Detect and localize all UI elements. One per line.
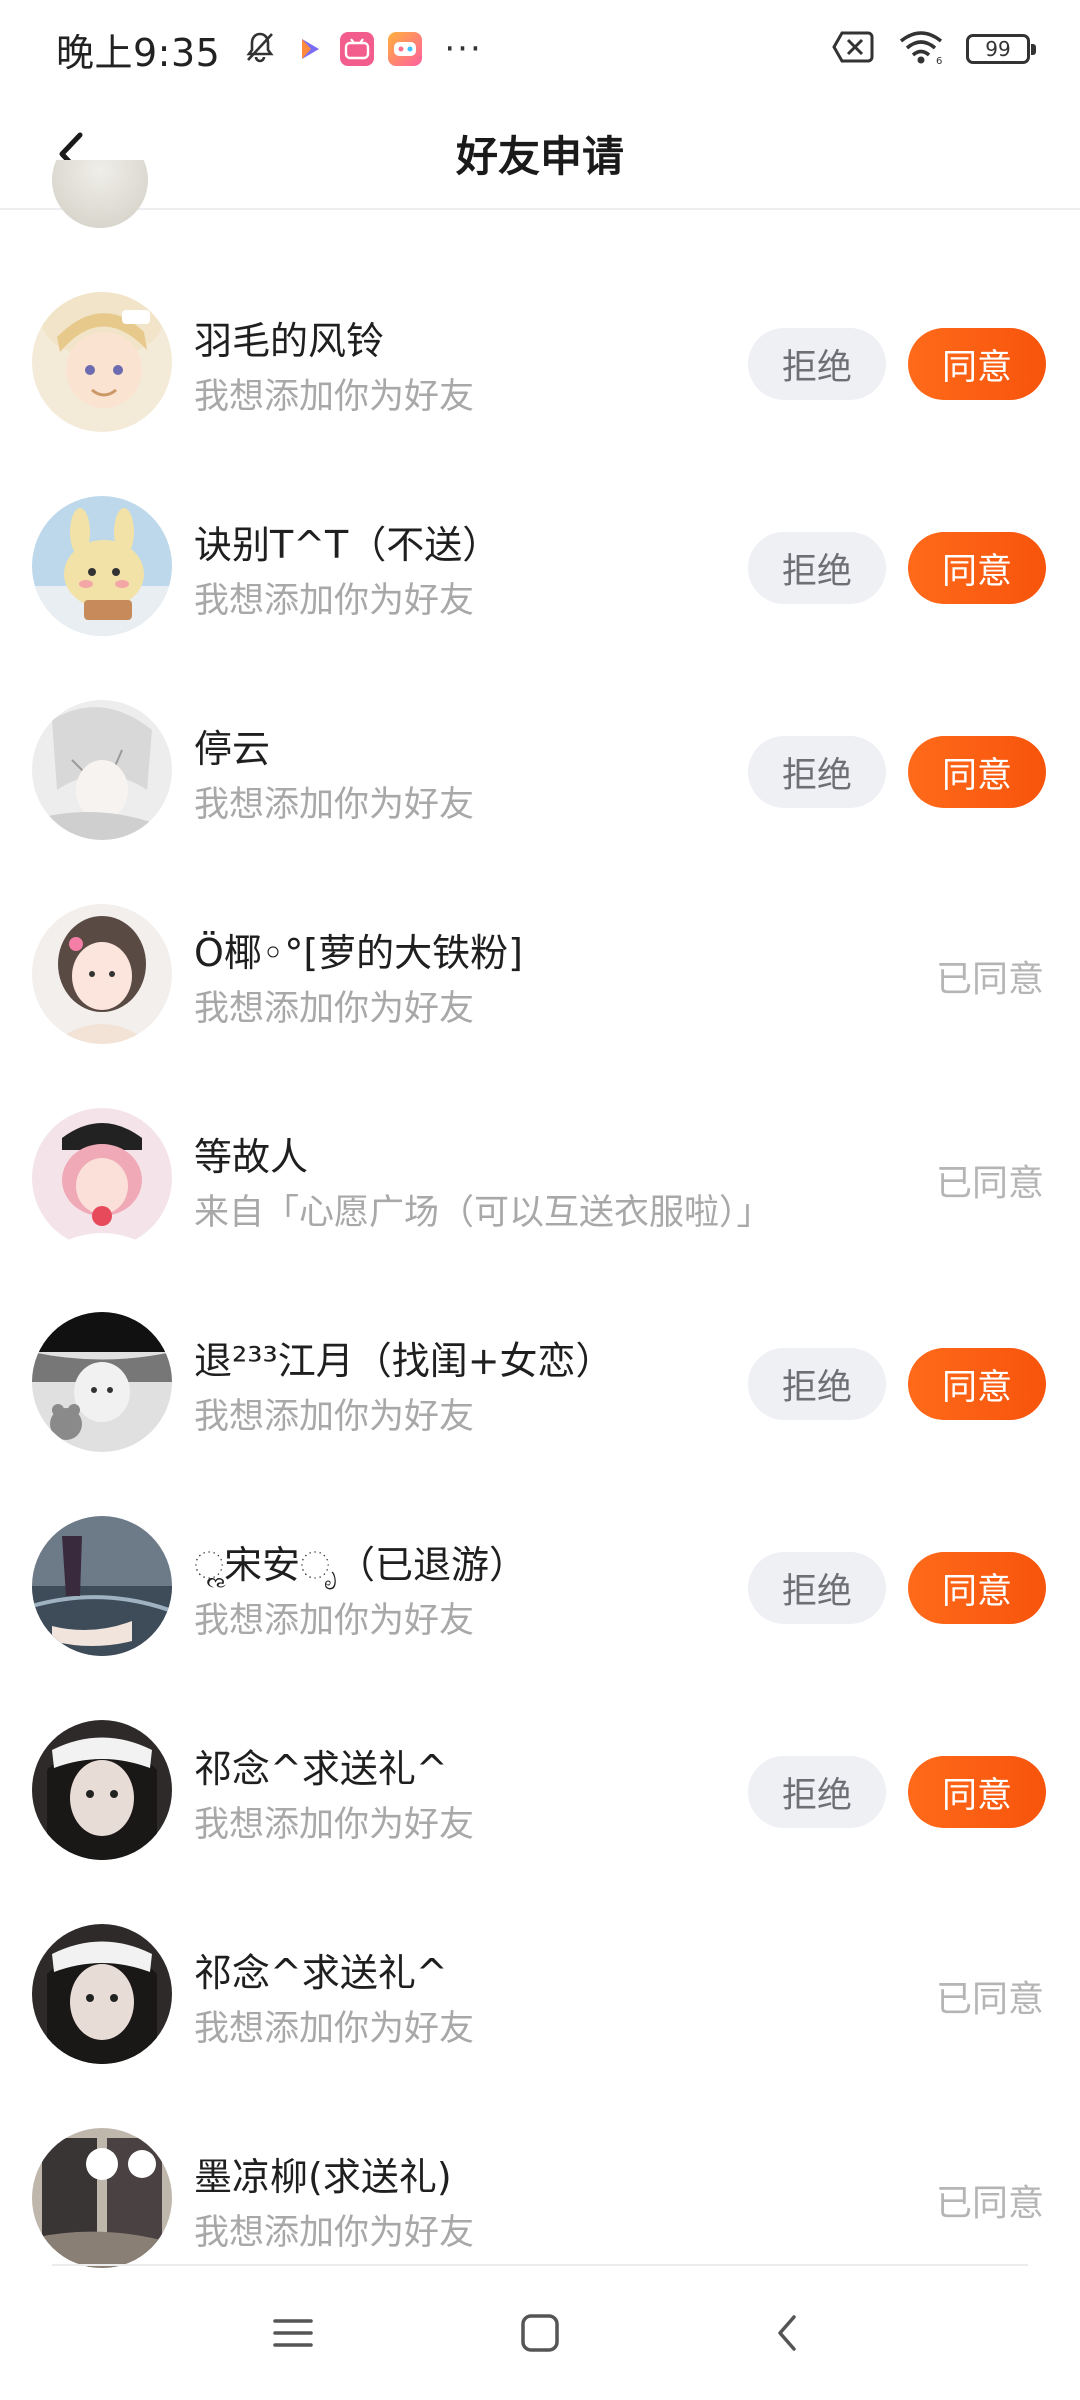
avatar[interactable] bbox=[32, 2128, 172, 2268]
request-message: 我想添加你为好友 bbox=[194, 1397, 475, 1437]
accept-button[interactable]: 同意 bbox=[908, 532, 1046, 604]
bilibili-icon bbox=[340, 32, 375, 66]
requester-name: ૢ宋安ೃ（已退游） bbox=[194, 1543, 527, 1587]
page-title: 好友申请 bbox=[455, 131, 624, 181]
request-message: 我想添加你为好友 bbox=[194, 2009, 475, 2049]
avatar[interactable] bbox=[32, 292, 172, 432]
accepted-status: 已同意 bbox=[935, 2183, 1044, 2224]
request-message: 我想添加你为好友 bbox=[194, 2213, 475, 2253]
accepted-status: 已同意 bbox=[935, 1979, 1044, 2020]
friend-request-row: 退²³³江月（找闺+女恋） 我想添加你为好友 拒绝 同意 bbox=[0, 1250, 1080, 1454]
status-bar: 晚上9:35 ··· 6 99 bbox=[0, 0, 1080, 98]
friend-request-row: 墨凉柳(求送礼) 我想添加你为好友 已同意 bbox=[0, 2066, 1080, 2270]
avatar-partial[interactable] bbox=[52, 160, 148, 228]
avatar[interactable] bbox=[32, 1924, 172, 2064]
more-notifications-icon: ··· bbox=[444, 29, 483, 69]
request-message: 我想添加你为好友 bbox=[194, 377, 475, 417]
menu-button[interactable] bbox=[253, 2293, 333, 2373]
reject-button[interactable]: 拒绝 bbox=[748, 1348, 886, 1420]
friend-request-row: 诀别T^T（不送） 我想添加你为好友 拒绝 同意 bbox=[0, 434, 1080, 638]
accept-button[interactable]: 同意 bbox=[908, 1756, 1046, 1828]
menu-icon bbox=[273, 2319, 314, 2347]
status-bar-left: 晚上9:35 ··· bbox=[56, 22, 483, 77]
friend-request-row: ૢ宋安ೃ（已退游） 我想添加你为好友 拒绝 同意 bbox=[0, 1454, 1080, 1658]
game-app-icon bbox=[388, 32, 423, 66]
status-time: 晚上9:35 bbox=[56, 30, 221, 75]
status-bar-right: 6 99 bbox=[832, 29, 1036, 69]
app-header: 好友申请 bbox=[0, 98, 1080, 210]
requester-name: 祁念^求送礼^ bbox=[194, 1951, 448, 1995]
requester-name: 退²³³江月（找闺+女恋） bbox=[194, 1339, 614, 1383]
accept-button[interactable]: 同意 bbox=[908, 328, 1046, 400]
svg-text:6: 6 bbox=[936, 56, 942, 65]
accept-button[interactable]: 同意 bbox=[908, 1552, 1046, 1624]
battery-indicator: 99 bbox=[966, 34, 1036, 64]
accept-button[interactable]: 同意 bbox=[908, 736, 1046, 808]
requester-name: 羽毛的风铃 bbox=[194, 319, 385, 363]
request-message: 我想添加你为好友 bbox=[194, 1601, 475, 1641]
accepted-status: 已同意 bbox=[935, 959, 1044, 1000]
accept-button[interactable]: 同意 bbox=[908, 1348, 1046, 1420]
requester-name: 诀别T^T（不送） bbox=[194, 523, 501, 567]
friend-request-row: 停云 我想添加你为好友 拒绝 同意 bbox=[0, 638, 1080, 842]
accepted-status: 已同意 bbox=[935, 1163, 1044, 1204]
friend-request-row: Ö椰◦°[萝的大铁粉] 我想添加你为好友 已同意 bbox=[0, 842, 1080, 1046]
system-nav-bar bbox=[0, 2266, 1080, 2400]
request-message: 我想添加你为好友 bbox=[194, 785, 475, 825]
requester-name: Ö椰◦°[萝的大铁粉] bbox=[194, 931, 523, 975]
avatar[interactable] bbox=[32, 1720, 172, 1860]
avatar[interactable] bbox=[32, 904, 172, 1044]
requester-name: 墨凉柳(求送礼) bbox=[194, 2155, 452, 2199]
video-app-icon bbox=[292, 32, 326, 66]
requester-name: 祁念^求送礼^ bbox=[194, 1747, 448, 1791]
friend-request-row: 等故人 来自「心愿广场（可以互送衣服啦）」 已同意 bbox=[0, 1046, 1080, 1250]
home-button[interactable] bbox=[500, 2293, 580, 2373]
friend-request-row: 羽毛的风铃 我想添加你为好友 拒绝 同意 bbox=[0, 230, 1080, 434]
avatar[interactable] bbox=[32, 700, 172, 840]
request-message: 来自「心愿广场（可以互送衣服啦）」 bbox=[194, 1193, 772, 1233]
request-message: 我想添加你为好友 bbox=[194, 581, 475, 621]
reject-button[interactable]: 拒绝 bbox=[748, 532, 886, 604]
requester-name: 停云 bbox=[194, 727, 271, 771]
notification-icons: ··· bbox=[242, 29, 482, 69]
wifi-icon: 6 bbox=[898, 29, 944, 69]
request-message: 我想添加你为好友 bbox=[194, 1805, 475, 1845]
mute-bell-icon bbox=[242, 29, 278, 69]
requester-name: 等故人 bbox=[194, 1135, 309, 1179]
reject-button[interactable]: 拒绝 bbox=[748, 736, 886, 808]
avatar[interactable] bbox=[32, 1312, 172, 1452]
reject-button[interactable]: 拒绝 bbox=[748, 1552, 886, 1624]
home-icon bbox=[521, 2314, 559, 2352]
reject-button[interactable]: 拒绝 bbox=[748, 328, 886, 400]
friend-request-row: 祁念^求送礼^ 我想添加你为好友 已同意 bbox=[0, 1862, 1080, 2066]
system-back-button[interactable] bbox=[747, 2293, 827, 2373]
no-sim-icon bbox=[832, 30, 876, 68]
avatar[interactable] bbox=[32, 496, 172, 636]
avatar[interactable] bbox=[32, 1108, 172, 1248]
friend-request-row: 祁念^求送礼^ 我想添加你为好友 拒绝 同意 bbox=[0, 1658, 1080, 1862]
request-message: 我想添加你为好友 bbox=[194, 989, 475, 1029]
back-icon bbox=[777, 2315, 796, 2351]
reject-button[interactable]: 拒绝 bbox=[748, 1756, 886, 1828]
avatar[interactable] bbox=[32, 1516, 172, 1656]
